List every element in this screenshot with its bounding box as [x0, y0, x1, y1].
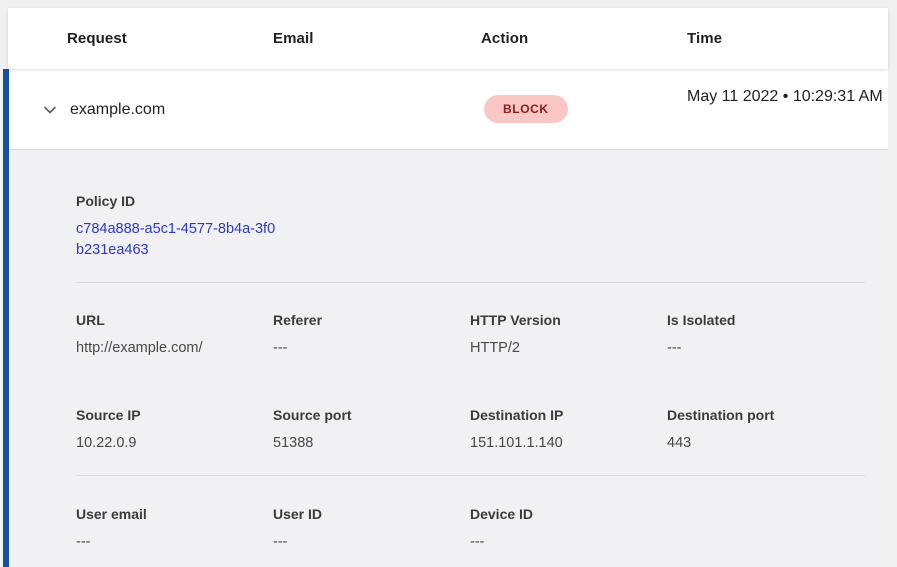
column-header-time: Time	[687, 8, 722, 69]
field-label: Destination port	[667, 405, 864, 425]
field-label: Device ID	[470, 504, 667, 524]
detail-row-user: User email --- User ID --- Device ID ---	[76, 504, 865, 552]
field-label: Source IP	[76, 405, 273, 425]
field-label: Source port	[273, 405, 470, 425]
field-label: User ID	[273, 504, 470, 524]
detail-cell-device-id: Device ID ---	[470, 504, 667, 552]
divider	[76, 475, 865, 476]
detail-cell-url: URL http://example.com/	[76, 310, 273, 358]
column-header-email: Email	[273, 8, 314, 69]
column-header-action: Action	[481, 8, 528, 69]
field-label: User email	[76, 504, 273, 524]
divider	[76, 282, 865, 283]
field-value: HTTP/2	[470, 338, 667, 358]
detail-cell-source-ip: Source IP 10.22.0.9	[76, 405, 273, 453]
column-header-request: Request	[67, 8, 127, 69]
field-value: ---	[273, 338, 470, 358]
field-value: 10.22.0.9	[76, 433, 273, 453]
field-value: ---	[667, 338, 864, 358]
collapse-row-button[interactable]	[37, 97, 63, 123]
field-label: Destination IP	[470, 405, 667, 425]
field-label: URL	[76, 310, 273, 330]
detail-row-http: URL http://example.com/ Referer --- HTTP…	[76, 310, 865, 358]
field-value: ---	[273, 532, 470, 552]
field-value: 51388	[273, 433, 470, 453]
field-value: 443	[667, 433, 864, 453]
table-row[interactable]: example.com BLOCK May 11 2022 • 10:29:31…	[9, 69, 888, 150]
detail-cell-user-id: User ID ---	[273, 504, 470, 552]
request-time: May 11 2022 • 10:29:31 AM	[687, 85, 883, 109]
policy-id-label: Policy ID	[76, 191, 865, 211]
row-detail-panel: Policy ID c784a888-a5c1-4577-8b4a-3f0b23…	[9, 150, 888, 567]
field-value: ---	[76, 532, 273, 552]
chevron-down-icon	[42, 102, 58, 118]
detail-cell-is-isolated: Is Isolated ---	[667, 310, 864, 358]
action-badge-block: BLOCK	[484, 95, 568, 123]
detail-cell-referer: Referer ---	[273, 310, 470, 358]
detail-cell-user-email: User email ---	[76, 504, 273, 552]
table-header: Request Email Action Time	[8, 8, 888, 69]
field-value: http://example.com/	[76, 338, 273, 358]
gateway-log-table: Request Email Action Time example.com BL…	[0, 0, 897, 567]
field-value: 151.101.1.140	[470, 433, 667, 453]
request-domain: example.com	[70, 69, 165, 150]
detail-cell-http-version: HTTP Version HTTP/2	[470, 310, 667, 358]
detail-cell-destination-ip: Destination IP 151.101.1.140	[470, 405, 667, 453]
field-label: Referer	[273, 310, 470, 330]
detail-cell-destination-port: Destination port 443	[667, 405, 864, 453]
detail-cell-source-port: Source port 51388	[273, 405, 470, 453]
expanded-log-entry: example.com BLOCK May 11 2022 • 10:29:31…	[3, 69, 888, 567]
field-value: ---	[470, 532, 667, 552]
detail-row-network: Source IP 10.22.0.9 Source port 51388 De…	[76, 405, 865, 453]
field-label: Is Isolated	[667, 310, 864, 330]
field-label: HTTP Version	[470, 310, 667, 330]
policy-id-link[interactable]: c784a888-a5c1-4577-8b4a-3f0b231ea463	[76, 219, 282, 261]
